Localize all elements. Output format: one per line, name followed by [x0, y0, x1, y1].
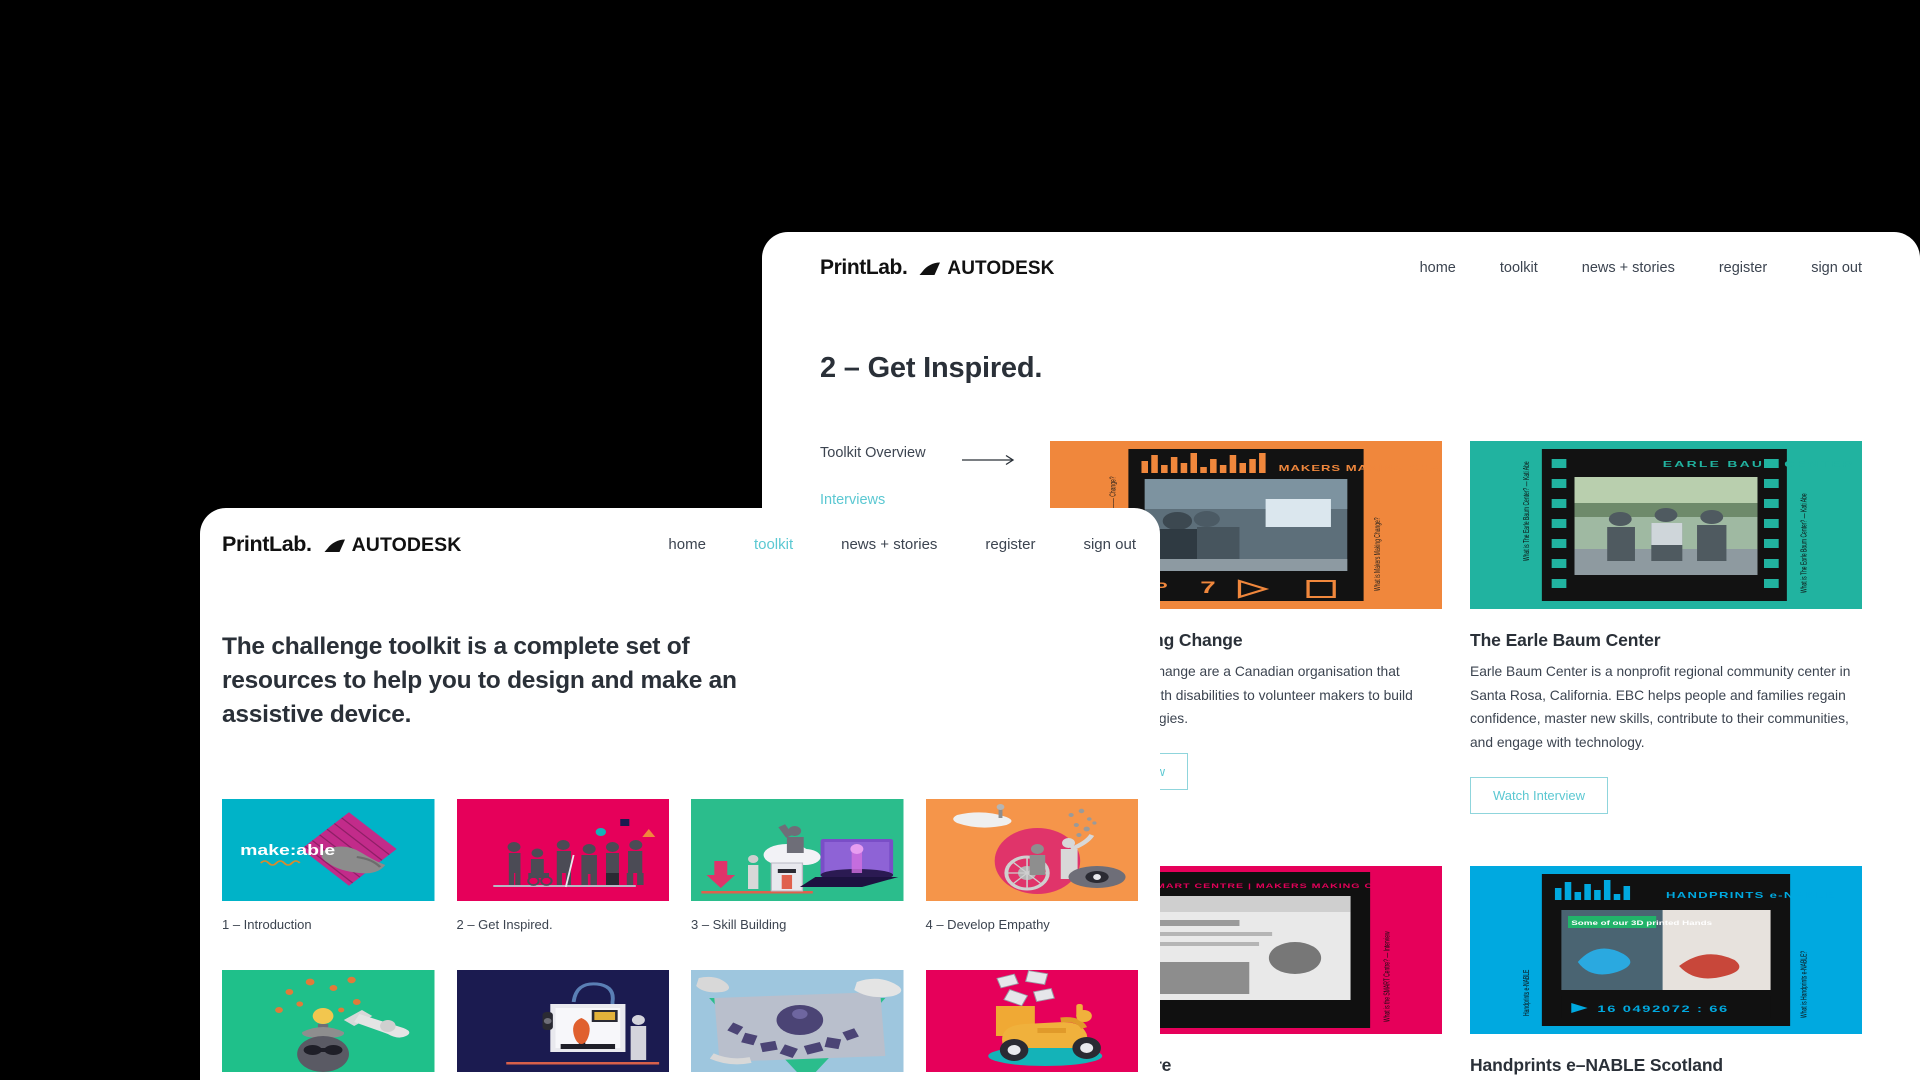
toolkit-module-thumbnail[interactable]	[925, 799, 1138, 902]
toolkit-module-card[interactable]: make:able 1 – Introduction	[222, 799, 435, 932]
autodesk-logo-icon	[320, 538, 347, 552]
toolkit-module-card[interactable]: 3 – Skill Building	[691, 799, 904, 932]
toolkit-module-thumbnail[interactable]	[925, 970, 1138, 1073]
svg-text:7: 7	[1200, 577, 1215, 596]
front-nav-item-sign-out[interactable]: sign out	[1083, 536, 1136, 553]
toolkit-module-card[interactable]: 8 – Share your Story	[925, 970, 1138, 1080]
svg-text:MAKERS MAKING CHANGE: MAKERS MAKING CHANGE	[1279, 464, 1442, 473]
svg-text:What is Makers Making Change?: What is Makers Making Change?	[1374, 517, 1382, 591]
toolkit-module-label: 2 – Get Inspired.	[456, 917, 553, 933]
svg-text:make:able: make:able	[240, 842, 335, 859]
front-nav-item-news-stories[interactable]: news + stories	[841, 536, 937, 553]
brand-logo[interactable]: PrintLab. AUTODESK	[820, 256, 1054, 280]
toolkit-module-card[interactable]: 4 – Develop Empathy	[925, 799, 1138, 933]
back-nav-item-sign-out[interactable]: sign out	[1811, 260, 1862, 276]
interview-cards-area: MAKERS MAKING CHANGE XP	[1050, 441, 1862, 1080]
svg-text:What is The Earle Baum Center?: What is The Earle Baum Center? — Kati Ab…	[1523, 461, 1531, 561]
brand-printlab-text: PrintLab.	[820, 256, 908, 279]
interview-card-title: The Earle Baum Center	[1470, 630, 1661, 650]
autodesk-logo-icon	[916, 262, 942, 275]
foreground-browser-window: PrintLab. AUTODESK home toolkit news + s…	[200, 508, 1160, 1080]
toolkit-module-thumbnail[interactable]	[456, 970, 669, 1073]
toolkit-module-thumbnail[interactable]: make:able	[222, 799, 435, 902]
svg-text:16 0492072 : 66: 16 0492072 : 66	[1597, 1004, 1728, 1014]
interview-card[interactable]: HANDPRINTS e-NABLE Some of our 3D printe…	[1470, 865, 1862, 1080]
svg-text:SMART CENTRE | MAKERS MAKING C: SMART CENTRE | MAKERS MAKING CHANGE	[1148, 882, 1416, 889]
interview-card-description: Earle Baum Center is a nonprofit regiona…	[1470, 664, 1851, 751]
back-nav-item-news-stories[interactable]: news + stories	[1582, 260, 1675, 276]
toolkit-module-grid: make:able 1 – Introduction 2 – Get Inspi…	[222, 799, 1138, 1080]
watch-interview-button[interactable]: Watch Interview	[1470, 776, 1608, 814]
front-nav-item-toolkit[interactable]: toolkit	[754, 536, 793, 553]
interview-card-grid: MAKERS MAKING CHANGE XP	[1050, 441, 1862, 1080]
back-nav-item-register[interactable]: register	[1719, 260, 1767, 276]
back-nav-item-toolkit[interactable]: toolkit	[1500, 260, 1538, 276]
front-window-navbar: PrintLab. AUTODESK home toolkit news + s…	[200, 508, 1160, 580]
svg-text:Some of our 3D printed Hands: Some of our 3D printed Hands	[1571, 920, 1712, 927]
toolkit-module-card[interactable]: 2 – Get Inspired.	[456, 799, 669, 933]
screen-canvas: PrintLab. AUTODESK home toolkit news + s…	[0, 0, 1920, 1080]
side-nav-item-interviews[interactable]: Interviews	[820, 492, 1050, 508]
toolkit-module-card[interactable]: 7 – Test + Iterate	[691, 970, 904, 1080]
svg-text:EARLE BAUM CENTER: EARLE BAUM CENTER	[1663, 460, 1855, 469]
interview-card-title: Handprints e–NABLE Scotland	[1470, 1054, 1724, 1075]
svg-text:What is The Earle Baum Center?: What is The Earle Baum Center? — Kati Ab…	[1800, 493, 1808, 593]
back-window-nav-links: home toolkit news + stories register sig…	[1376, 260, 1862, 276]
brand-autodesk-text: AUTODESK	[947, 258, 1055, 279]
back-window-navbar: PrintLab. AUTODESK home toolkit news + s…	[762, 232, 1920, 304]
toolkit-module-thumbnail[interactable]	[691, 970, 904, 1073]
brand-printlab-text: PrintLab.	[222, 531, 312, 556]
svg-text:Handprints e-NABLE: Handprints e-NABLE	[1523, 969, 1531, 1016]
front-nav-item-register[interactable]: register	[985, 536, 1035, 553]
toolkit-module-thumbnail[interactable]	[691, 799, 904, 902]
toolkit-module-label: 4 – Develop Empathy	[925, 917, 1050, 933]
front-window-body: The challenge toolkit is a complete set …	[200, 630, 1160, 1080]
toolkit-module-card[interactable]: 5 – Idea Generation	[222, 970, 435, 1080]
svg-text:What is Handprints e-NABLE?: What is Handprints e-NABLE?	[1800, 951, 1808, 1018]
interview-card[interactable]: EARLE BAUM CENTER What is The Earle Baum…	[1470, 441, 1862, 814]
interview-thumbnail[interactable]: HANDPRINTS e-NABLE Some of our 3D printe…	[1470, 865, 1862, 1034]
interview-thumbnail[interactable]: EARLE BAUM CENTER What is The Earle Baum…	[1470, 441, 1862, 609]
toolkit-module-label: 3 – Skill Building	[691, 917, 787, 933]
toolkit-module-label: 1 – Introduction	[222, 917, 312, 933]
brand-autodesk-text: AUTODESK	[351, 533, 462, 556]
page-title: 2 – Get Inspired.	[820, 352, 1043, 384]
front-nav-item-home[interactable]: home	[668, 536, 706, 553]
toolkit-module-card[interactable]: 6 – Design + Make	[456, 970, 669, 1080]
svg-text:HANDPRINTS e-NABLE: HANDPRINTS e-NABLE	[1666, 891, 1835, 900]
front-window-nav-links: home toolkit news + stories register sig…	[620, 536, 1136, 553]
toolkit-module-thumbnail[interactable]	[456, 799, 669, 902]
brand-logo[interactable]: PrintLab. AUTODESK	[222, 532, 461, 557]
toolkit-intro-heading: The challenge toolkit is a complete set …	[222, 633, 737, 728]
toolkit-module-thumbnail[interactable]	[222, 970, 435, 1073]
arrow-right-icon	[962, 454, 1015, 466]
svg-text:What is the SMART Centre? — In: What is the SMART Centre? — Interview	[1384, 931, 1392, 1022]
back-nav-item-home[interactable]: home	[1420, 260, 1456, 276]
